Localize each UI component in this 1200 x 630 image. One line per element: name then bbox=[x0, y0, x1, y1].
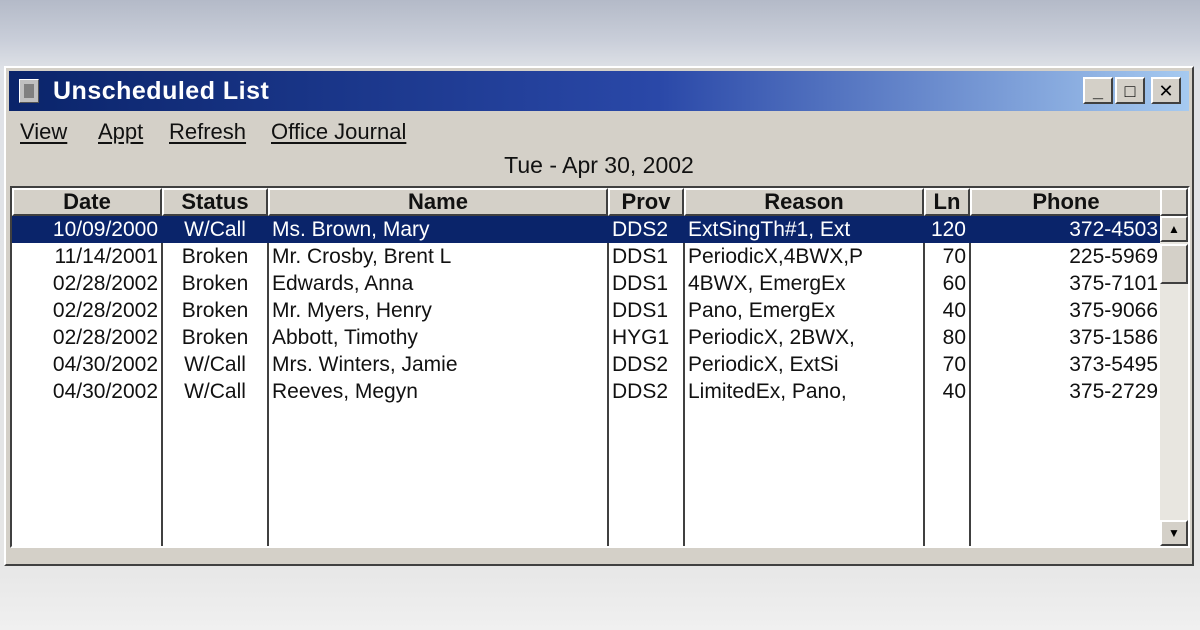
cell-date: 10/09/2000 bbox=[52, 218, 158, 241]
cell-prov: DDS2 bbox=[612, 218, 669, 241]
table-row[interactable]: 11/14/2001 Broken Mr. Crosby, Brent L DDS1 P… bbox=[12, 243, 1162, 270]
scroll-up-button[interactable]: ▲ bbox=[1160, 216, 1188, 242]
cell-name: Abbott, Timothy bbox=[272, 326, 418, 349]
cell-phone: 375-1586 bbox=[1069, 326, 1158, 349]
table-header: Date Status Name Prov Reason Ln Phone bbox=[12, 188, 1162, 216]
table-row[interactable]: 10/09/2000 W/Call Ms. Brown, Mary DDS2 ExtSi… bbox=[12, 216, 1162, 243]
window-title: Unscheduled List bbox=[53, 77, 270, 105]
column-header-date[interactable]: Date bbox=[12, 188, 162, 216]
column-header-name[interactable]: Name bbox=[268, 188, 608, 216]
cell-prov: DDS1 bbox=[612, 299, 669, 322]
cell-prov: HYG1 bbox=[612, 326, 670, 349]
cell-reason: Pano, EmergEx bbox=[688, 299, 836, 322]
date-banner: Tue - Apr 30, 2002 bbox=[504, 152, 694, 178]
column-header-prov[interactable]: Prov bbox=[608, 188, 684, 216]
cell-status: W/Call bbox=[184, 218, 246, 241]
cell-status: W/Call bbox=[184, 353, 246, 376]
cell-ln: 40 bbox=[942, 299, 966, 322]
cell-date: 02/28/2002 bbox=[52, 299, 158, 322]
table-row[interactable]: 02/28/2002 Broken Mr. Myers, Henry DDS1 Pano… bbox=[12, 297, 1162, 324]
cell-ln: 80 bbox=[942, 326, 966, 349]
cell-date: 02/28/2002 bbox=[52, 326, 158, 349]
maximize-button[interactable]: □ bbox=[1115, 77, 1145, 104]
cell-name: Reeves, Megyn bbox=[272, 380, 418, 403]
cell-phone: 373-5495 bbox=[1069, 353, 1158, 376]
cell-reason: PeriodicX,4BWX,P bbox=[688, 245, 864, 268]
cell-date: 11/14/2001 bbox=[54, 245, 158, 268]
cell-status: Broken bbox=[181, 272, 249, 295]
cell-phone: 375-2729 bbox=[1069, 380, 1158, 403]
cell-name: Mr. Crosby, Brent L bbox=[272, 245, 452, 268]
column-header-ln[interactable]: Ln bbox=[924, 188, 970, 216]
cell-reason: 4BWX, EmergEx bbox=[688, 272, 846, 295]
cell-status: W/Call bbox=[184, 380, 246, 403]
menu-refresh[interactable]: Refresh bbox=[169, 119, 246, 145]
cell-status: Broken bbox=[181, 326, 249, 349]
cell-date: 04/30/2002 bbox=[52, 353, 158, 376]
cell-reason: PeriodicX, 2BWX, bbox=[688, 326, 855, 349]
column-header-status[interactable]: Status bbox=[162, 188, 268, 216]
cell-name: Edwards, Anna bbox=[272, 272, 414, 295]
cell-status: Broken bbox=[181, 299, 249, 322]
table-row[interactable]: 02/28/2002 Broken Abbott, Timothy HYG1 Perio… bbox=[12, 324, 1162, 351]
vertical-scrollbar[interactable]: ▲ ▼ bbox=[1160, 216, 1188, 546]
title-bar[interactable]: Unscheduled List _ □ ✕ bbox=[9, 71, 1189, 111]
cell-ln: 60 bbox=[942, 272, 966, 295]
header-corner bbox=[1160, 188, 1188, 216]
cell-prov: DDS2 bbox=[612, 380, 669, 403]
column-header-phone[interactable]: Phone bbox=[970, 188, 1162, 216]
cell-phone: 225-5969 bbox=[1069, 245, 1158, 268]
cell-date: 04/30/2002 bbox=[52, 380, 158, 403]
table-row[interactable]: 02/28/2002 Broken Edwards, Anna DDS1 4BWX, E… bbox=[12, 270, 1162, 297]
cell-status: Broken bbox=[181, 245, 249, 268]
cell-ln: 70 bbox=[942, 353, 966, 376]
cell-prov: DDS2 bbox=[612, 353, 669, 376]
cell-phone: 375-7101 bbox=[1069, 272, 1158, 295]
scroll-down-button[interactable]: ▼ bbox=[1160, 520, 1188, 546]
cell-ln: 40 bbox=[942, 380, 966, 403]
unscheduled-list-window: Unscheduled List _ □ ✕ View Appt Refresh… bbox=[4, 66, 1194, 566]
menu-appt[interactable]: Appt bbox=[98, 119, 143, 145]
menu-view[interactable]: View bbox=[20, 119, 67, 145]
cell-prov: DDS1 bbox=[612, 272, 669, 295]
cell-reason: PeriodicX, ExtSi bbox=[688, 353, 839, 376]
app-icon[interactable] bbox=[19, 79, 39, 103]
cell-name: Mrs. Winters, Jamie bbox=[272, 353, 458, 376]
unscheduled-table: Date Status Name Prov Reason Ln Phone 10… bbox=[10, 186, 1190, 548]
minimize-button[interactable]: _ bbox=[1083, 77, 1113, 104]
scroll-thumb[interactable] bbox=[1160, 244, 1188, 284]
cell-name: Mr. Myers, Henry bbox=[272, 299, 432, 322]
table-row[interactable]: 04/30/2002 W/Call Reeves, Megyn DDS2 Limited… bbox=[12, 378, 1162, 405]
cell-phone: 372-4503 bbox=[1069, 218, 1158, 241]
cell-date: 02/28/2002 bbox=[52, 272, 158, 295]
close-button[interactable]: ✕ bbox=[1151, 77, 1181, 104]
table-row[interactable]: 04/30/2002 W/Call Mrs. Winters, Jamie DDS2 P… bbox=[12, 351, 1162, 378]
menu-office-journal[interactable]: Office Journal bbox=[271, 119, 406, 145]
cell-name: Ms. Brown, Mary bbox=[272, 218, 430, 241]
menu-bar: View Appt Refresh Office Journal bbox=[9, 114, 1189, 150]
cell-phone: 375-9066 bbox=[1069, 299, 1158, 322]
cell-reason: ExtSingTh#1, Ext bbox=[688, 218, 851, 241]
cell-ln: 70 bbox=[942, 245, 966, 268]
cell-ln: 120 bbox=[930, 218, 966, 241]
cell-reason: LimitedEx, Pano, bbox=[688, 380, 847, 403]
column-header-reason[interactable]: Reason bbox=[684, 188, 924, 216]
cell-prov: DDS1 bbox=[612, 245, 669, 268]
